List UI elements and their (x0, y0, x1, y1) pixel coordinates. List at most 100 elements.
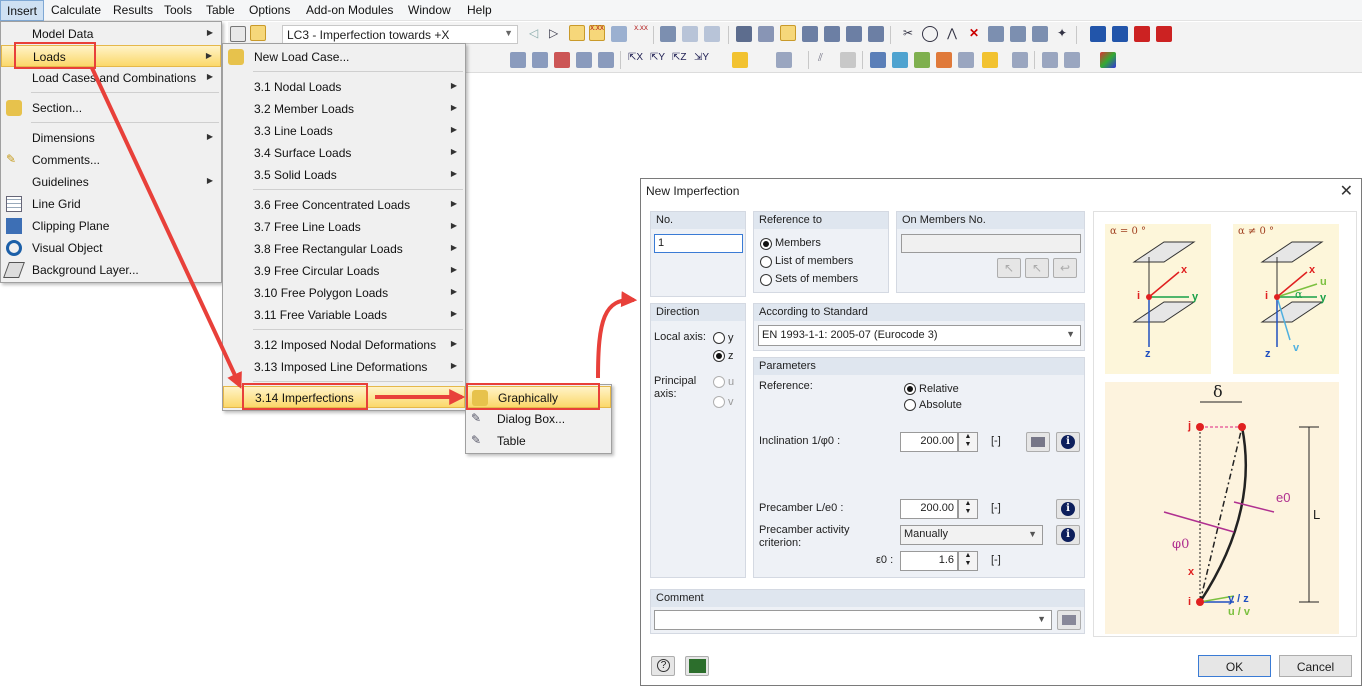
standard-select[interactable]: EN 1993-1-1: 2005-07 (Eurocode 3) ▼ (758, 325, 1081, 346)
precamber-info-button[interactable]: i (1056, 499, 1080, 519)
close-icon[interactable]: ✕ (1340, 181, 1353, 201)
members-label: Members (775, 237, 821, 249)
criterion-info-button[interactable]: i (1056, 525, 1080, 545)
diagram-panel-member (1105, 382, 1339, 634)
direction-header: Direction (651, 304, 745, 321)
sets-of-members-label: Sets of members (775, 273, 859, 285)
ok-button[interactable]: OK (1198, 655, 1271, 677)
reference-label: Reference: (759, 380, 813, 392)
multi-pointer-icon: ↖ (1032, 261, 1043, 275)
inclination-info-button[interactable]: i (1056, 432, 1080, 452)
node-i-label-2: i (1265, 290, 1269, 302)
principal-axis-label: Principal axis: (654, 375, 697, 400)
uv-label: u / v (1228, 606, 1251, 618)
no-input[interactable]: 1 (654, 234, 743, 253)
arrow-loads-to-imperfections (90, 67, 242, 389)
node-j (1196, 423, 1204, 431)
cancel-button[interactable]: Cancel (1279, 655, 1352, 677)
phi0-label: φ0 (1172, 537, 1190, 552)
delta-label: δ (1213, 382, 1223, 401)
eps-spinner[interactable]: ▲ ▼ (958, 551, 978, 571)
alpha-label: α (1295, 288, 1303, 301)
parameters-header: Parameters (754, 358, 1084, 375)
absolute-label: Absolute (919, 399, 962, 411)
pick-member-button[interactable]: ↖ (997, 258, 1021, 278)
on-members-input[interactable] (901, 234, 1081, 253)
criterion-value: Manually (904, 528, 949, 540)
units-button[interactable] (685, 656, 709, 676)
comment-browse-button[interactable] (1057, 610, 1081, 630)
relative-radio[interactable] (904, 383, 916, 395)
absolute-radio[interactable] (904, 399, 916, 411)
axis-z-label-2: z (1265, 348, 1271, 360)
on-members-panel: On Members No. ↖ ↖ ↩ (896, 211, 1085, 293)
axis-x-label: x (1181, 264, 1188, 276)
axis-u-label: u (1320, 276, 1327, 288)
help-button[interactable]: ? (651, 656, 675, 676)
precamber-unit: [-] (991, 502, 1001, 514)
node-i (1274, 294, 1280, 300)
principal-axis-v-radio[interactable] (713, 396, 725, 408)
axis-z-label: z (1145, 348, 1151, 360)
standard-header: According to Standard (754, 304, 1084, 321)
info-icon: i (1061, 502, 1075, 516)
no-panel: No. 1 (650, 211, 746, 297)
principal-axis-u-radio[interactable] (713, 376, 725, 388)
node-j-displaced (1238, 423, 1246, 431)
standard-value: EN 1993-1-1: 2005-07 (Eurocode 3) (762, 329, 938, 341)
node-j-label: j (1188, 420, 1192, 432)
relative-label: Relative (919, 383, 959, 395)
chevron-down-icon: ▼ (1028, 529, 1037, 539)
inclination-input[interactable]: 200.00 (900, 432, 958, 452)
parameters-panel: Parameters Reference: Relative Absolute … (753, 357, 1085, 578)
local-axis-z-radio[interactable] (713, 350, 725, 362)
node-i (1146, 294, 1152, 300)
precamber-spinner[interactable]: ▲ ▼ (958, 499, 978, 519)
dialog-title: New Imperfection (646, 184, 740, 198)
yz-label: y / z (1228, 593, 1249, 605)
list-of-members-label: List of members (775, 255, 854, 267)
eps-unit: [-] (991, 554, 1001, 566)
no-label: No. (651, 212, 745, 229)
members-radio[interactable] (760, 238, 772, 250)
comment-panel: Comment ▼ (650, 589, 1085, 634)
criterion-select[interactable]: Manually ▼ (900, 525, 1043, 545)
local-axis-y-radio[interactable] (713, 332, 725, 344)
principal-axis-u-label: u (728, 376, 735, 388)
chevron-down-icon: ▼ (1066, 329, 1075, 339)
inclination-unit: [-] (991, 435, 1001, 447)
new-imperfection-dialog: New Imperfection ✕ No. 1 Reference to Me… (640, 178, 1362, 686)
local-axis-y-label: y (728, 332, 734, 344)
local-axis-label: Local axis: (654, 331, 706, 343)
criterion-label: Precamber activity criterion: (759, 524, 850, 549)
edit-icon (1031, 437, 1045, 447)
comment-header: Comment (651, 590, 1084, 607)
inclination-edit-button[interactable] (1026, 432, 1050, 452)
node-i-bottom (1196, 598, 1204, 606)
info-icon: i (1061, 528, 1075, 542)
precamber-input[interactable]: 200.00 (900, 499, 958, 519)
length-label: L (1313, 507, 1321, 522)
list-of-members-radio[interactable] (760, 256, 772, 268)
alpha-zero-label: α = 0 ° (1110, 226, 1147, 237)
help-icon: ? (657, 659, 670, 672)
sets-of-members-radio[interactable] (760, 274, 772, 286)
node-i-label-bottom: i (1188, 596, 1192, 608)
decimal-places-icon (689, 659, 706, 673)
eps-label: ε0 : (876, 554, 894, 566)
chevron-down-icon: ▼ (1037, 614, 1046, 624)
eps-input[interactable]: 1.6 (900, 551, 958, 571)
pointer-icon: ↖ (1004, 261, 1015, 275)
imperfection-diagram: α = 0 ° α ≠ 0 ° x y z i x u y α z v i δ … (1093, 211, 1357, 637)
undo-icon: ↩ (1060, 261, 1071, 275)
standard-panel: According to Standard EN 1993-1-1: 2005-… (753, 303, 1085, 351)
axis-x-label-2: x (1309, 264, 1316, 276)
inclination-spinner[interactable]: ▲ ▼ (958, 432, 978, 452)
pick-multiple-button[interactable]: ↖ (1025, 258, 1049, 278)
info-icon: i (1061, 435, 1075, 449)
precamber-label: Precamber L/e0 : (759, 502, 844, 514)
alpha-nonzero-label: α ≠ 0 ° (1238, 226, 1275, 237)
comment-input[interactable]: ▼ (654, 610, 1052, 630)
axis-y-label-2: y (1320, 292, 1327, 304)
clear-button[interactable]: ↩ (1053, 258, 1077, 278)
